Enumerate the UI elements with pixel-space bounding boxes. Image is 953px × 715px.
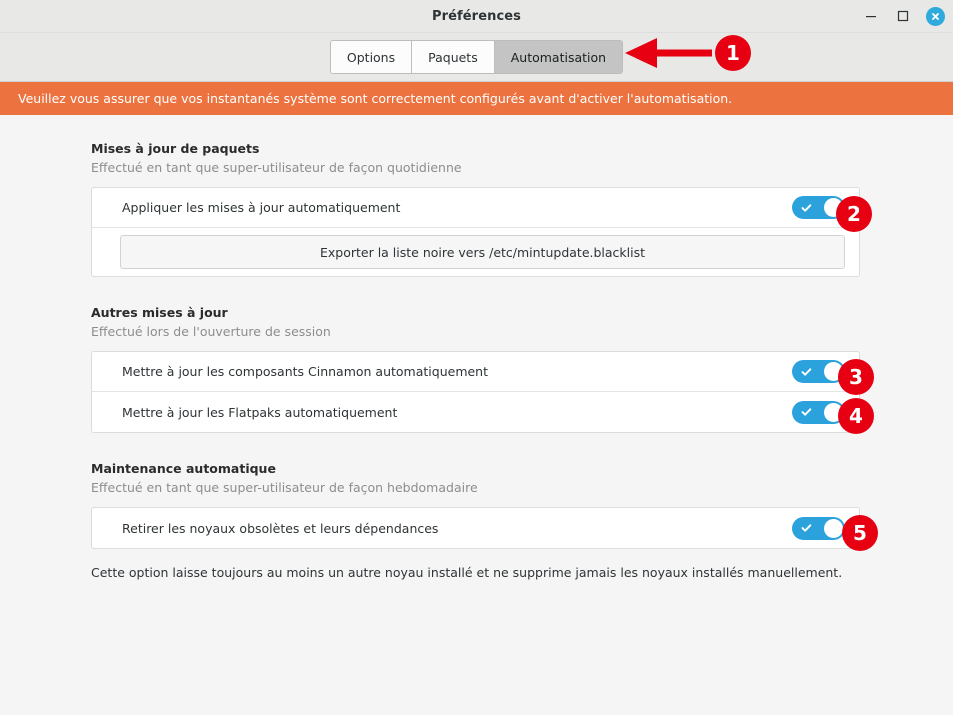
section-title: Autres mises à jour	[91, 305, 228, 320]
export-blacklist-button[interactable]: Exporter la liste noire vers /etc/mintup…	[120, 235, 845, 269]
row-apply-updates[interactable]: Appliquer les mises à jour automatiqueme…	[92, 188, 859, 228]
toggle-remove-obsolete-kernels[interactable]	[792, 516, 845, 540]
section-other-updates-panel: Mettre à jour les composants Cinnamon au…	[91, 351, 860, 433]
row-remove-obsolete-kernels[interactable]: Retirer les noyaux obsolètes et leurs dé…	[92, 508, 859, 548]
toggle-update-cinnamon[interactable]	[792, 360, 845, 383]
window-controls	[862, 0, 945, 32]
kernel-footnote: Cette option laisse toujours au moins un…	[91, 565, 843, 580]
row-update-flatpaks[interactable]: Mettre à jour les Flatpaks automatiqueme…	[92, 392, 859, 432]
tab-automatisation[interactable]: Automatisation	[494, 41, 623, 73]
row-label: Mettre à jour les Flatpaks automatiqueme…	[122, 404, 398, 420]
section-automatic-maintenance: Maintenance automatique Effectué en tant…	[0, 433, 953, 580]
row-export-blacklist: Exporter la liste noire vers /etc/mintup…	[92, 228, 859, 276]
preferences-content: Mises à jour de paquets Effectué en tant…	[0, 115, 953, 580]
title-bar: Préférences	[0, 0, 953, 33]
minimize-icon[interactable]	[862, 7, 880, 25]
section-subtitle: Effectué lors de l'ouverture de session	[91, 324, 331, 339]
toggle-update-flatpaks[interactable]	[792, 400, 845, 424]
section-subtitle: Effectué en tant que super-utilisateur d…	[91, 160, 462, 175]
check-icon	[801, 524, 812, 532]
maximize-icon[interactable]	[894, 7, 912, 25]
section-automatic-maintenance-panel: Retirer les noyaux obsolètes et leurs dé…	[91, 507, 860, 549]
toggle-knob	[824, 198, 843, 217]
close-icon[interactable]	[926, 6, 945, 26]
toggle-apply-updates[interactable]	[792, 196, 845, 219]
section-package-updates: Mises à jour de paquets Effectué en tant…	[0, 115, 953, 277]
window-title: Préférences	[431, 8, 522, 24]
row-label: Retirer les noyaux obsolètes et leurs dé…	[122, 520, 439, 536]
warning-banner: Veuillez vous assurer que vos instantané…	[0, 82, 953, 115]
check-icon	[801, 203, 812, 212]
toggle-knob	[824, 362, 843, 381]
tab-options[interactable]: Options	[330, 41, 413, 73]
toggle-knob	[824, 518, 843, 538]
check-icon	[801, 367, 812, 376]
tab-paquets[interactable]: Paquets	[412, 41, 495, 73]
section-package-updates-head: Mises à jour de paquets Effectué en tant…	[0, 141, 953, 175]
row-label: Appliquer les mises à jour automatiqueme…	[122, 200, 401, 215]
section-package-updates-panel: Appliquer les mises à jour automatiqueme…	[91, 187, 860, 277]
warning-banner-text: Veuillez vous assurer que vos instantané…	[18, 91, 733, 106]
row-label: Mettre à jour les composants Cinnamon au…	[122, 364, 489, 379]
tab-bar: Options Paquets Automatisation	[0, 33, 953, 82]
section-other-updates: Autres mises à jour Effectué lors de l'o…	[0, 277, 953, 433]
section-other-updates-head: Autres mises à jour Effectué lors de l'o…	[0, 305, 953, 339]
section-subtitle: Effectué en tant que super-utilisateur d…	[91, 480, 478, 495]
section-title: Maintenance automatique	[91, 461, 276, 476]
toggle-knob	[824, 402, 843, 422]
tab-group: Options Paquets Automatisation	[329, 40, 624, 74]
row-update-cinnamon[interactable]: Mettre à jour les composants Cinnamon au…	[92, 352, 859, 392]
section-title: Mises à jour de paquets	[91, 141, 260, 156]
check-icon	[801, 408, 812, 416]
section-automatic-maintenance-head: Maintenance automatique Effectué en tant…	[0, 461, 953, 495]
